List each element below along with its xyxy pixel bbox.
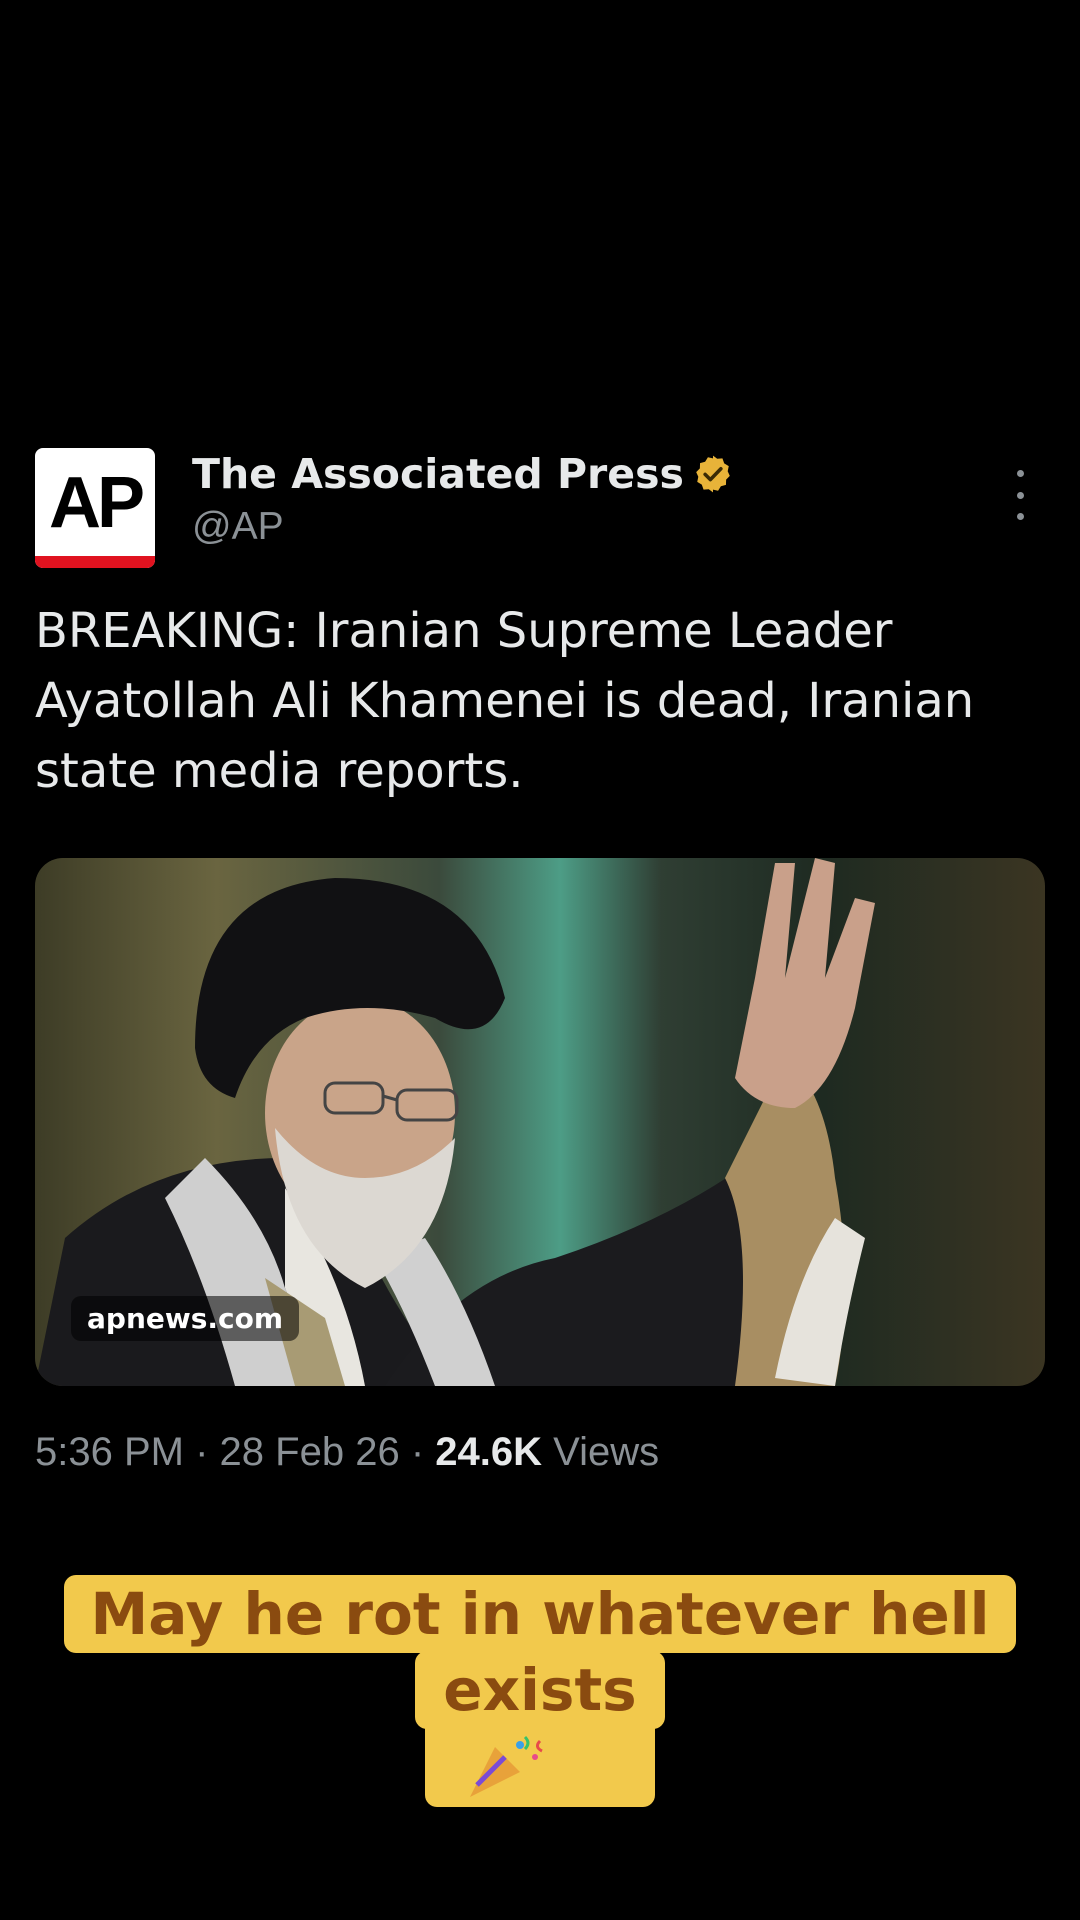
meta-separator: ·: [410, 1430, 425, 1474]
account-handle[interactable]: @AP: [192, 505, 284, 549]
author-row: The Associated Press: [192, 450, 734, 498]
media-source-label[interactable]: apnews.com: [71, 1296, 300, 1341]
caption-line-2: exists: [415, 1651, 665, 1729]
views-count[interactable]: 24.6K: [435, 1430, 542, 1474]
tweet-media-image[interactable]: apnews.com: [35, 858, 1045, 1386]
ap-logo-bar: [35, 556, 155, 568]
meta-separator: ·: [195, 1430, 209, 1474]
tweet-date[interactable]: 28 Feb 26: [220, 1430, 400, 1474]
tweet-time[interactable]: 5:36 PM: [35, 1430, 184, 1474]
more-options-icon[interactable]: [1010, 470, 1030, 520]
views-label: Views: [553, 1430, 660, 1474]
caption-line-1: May he rot in whatever hell: [64, 1575, 1016, 1653]
caption-emoji: [425, 1727, 655, 1807]
account-name[interactable]: The Associated Press: [192, 450, 684, 498]
ap-avatar[interactable]: AP: [35, 448, 155, 568]
party-popper-icon: [470, 1735, 543, 1797]
verified-badge-icon: [696, 455, 730, 493]
video-caption-overlay: May he rot in whatever hell exists: [0, 1575, 1080, 1811]
tweet-text: BREAKING: Iranian Supreme Leader Ayatoll…: [35, 603, 975, 799]
tweet-meta: 5:36 PM · 28 Feb 26 · 24.6K Views: [35, 1430, 659, 1475]
ap-logo-text: AP: [48, 463, 145, 543]
